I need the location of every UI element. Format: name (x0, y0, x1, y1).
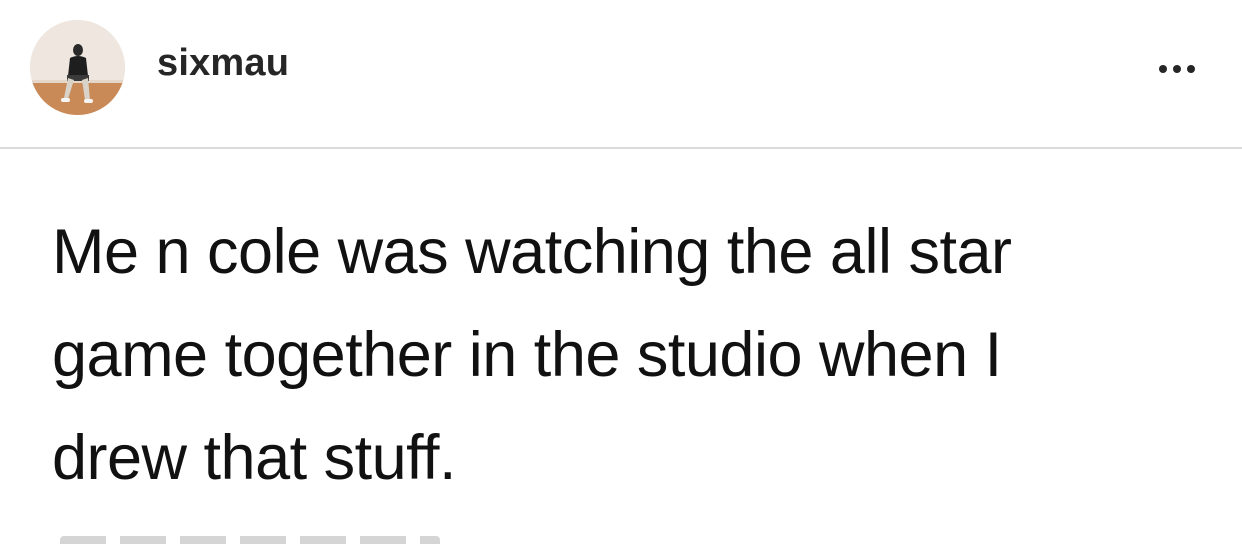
avatar[interactable] (30, 20, 125, 115)
post-header: sixmau (0, 0, 1242, 148)
username[interactable]: sixmau (157, 42, 289, 85)
more-horizontal-icon (1159, 65, 1167, 73)
cropped-text-line (60, 536, 440, 544)
more-horizontal-icon (1187, 65, 1195, 73)
avatar-photo (30, 20, 125, 115)
more-options-button[interactable] (1150, 52, 1204, 86)
more-horizontal-icon (1173, 65, 1181, 73)
post-body: Me n cole was watching the all star game… (0, 149, 1242, 544)
post-text: Me n cole was watching the all star game… (52, 217, 1012, 493)
